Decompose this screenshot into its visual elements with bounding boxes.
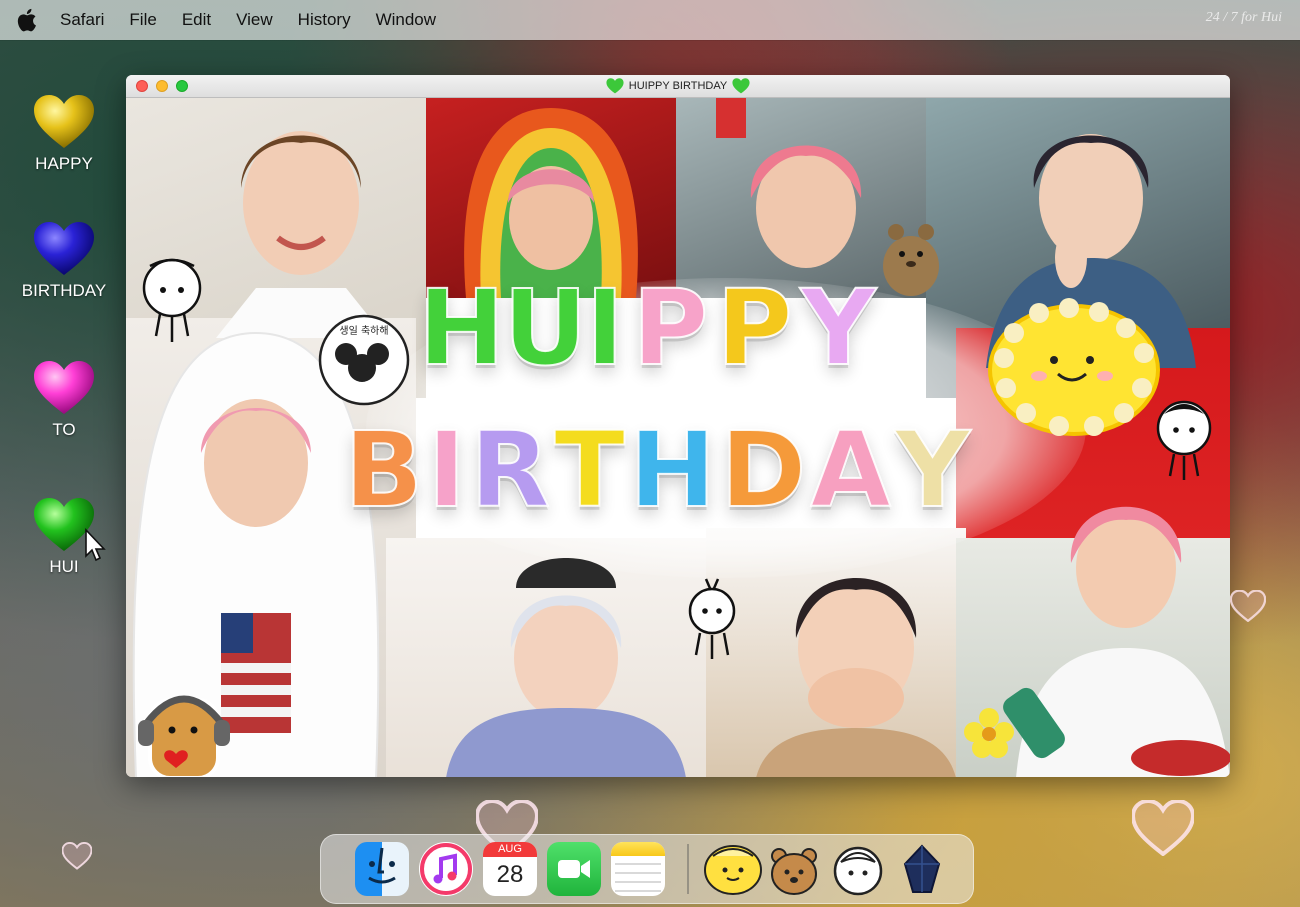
window-title-text: HUIPPY BIRTHDAY (628, 80, 728, 92)
window-titlebar[interactable]: HUIPPY BIRTHDAY (126, 75, 1230, 98)
banner-line-birthday: B I R T H D A Y (343, 409, 971, 531)
banner-letter: R (469, 409, 551, 531)
music-icon[interactable] (419, 842, 473, 896)
yellow-heart-icon (14, 94, 114, 150)
window-controls (136, 80, 188, 92)
banner-letter: B (343, 409, 424, 531)
menu-view[interactable]: View (236, 10, 273, 30)
bear-sticker-icon[interactable] (767, 842, 821, 896)
desktop-icon-to[interactable]: TO (14, 360, 114, 440)
dock-separator (687, 844, 689, 894)
quokka-sticker-icon (883, 224, 939, 296)
doodle-sprout-icon (688, 578, 736, 659)
green-heart-icon (606, 78, 624, 94)
outline-heart-icon (1230, 590, 1266, 622)
menu-history[interactable]: History (298, 10, 351, 30)
banner-letter: P (631, 267, 709, 389)
sun-sticker-icon[interactable] (703, 842, 762, 896)
mouse-sticker-icon: 생일 축하해 (318, 314, 410, 406)
desktop-icon-label: TO (52, 420, 76, 439)
desktop-icon-birthday[interactable]: BIRTHDAY (14, 221, 114, 301)
blue-heart-icon (14, 221, 114, 277)
banner-letter: I (426, 409, 467, 531)
facetime-icon[interactable] (547, 842, 601, 896)
banner-letter: Y (800, 267, 877, 389)
menubar-caption: 24 / 7 for Hui (1205, 10, 1282, 25)
pink-heart-icon (14, 360, 114, 416)
calendar-icon[interactable]: AUG 28 (483, 842, 537, 896)
mouse-cursor-icon (85, 528, 106, 562)
desktop-icon-happy[interactable]: HAPPY (14, 94, 114, 174)
crystal-sticker-icon[interactable] (895, 842, 949, 896)
green-heart-icon (732, 78, 750, 94)
window-title: HUIPPY BIRTHDAY (606, 78, 750, 94)
banner-letter: D (719, 409, 807, 531)
banner-letters: HUI (417, 267, 625, 389)
close-button[interactable] (136, 80, 148, 92)
minimize-button[interactable] (156, 80, 168, 92)
calendar-day: 28 (496, 861, 524, 888)
finder-icon[interactable] (355, 842, 409, 896)
doodle-face-sticker-icon[interactable] (831, 842, 885, 896)
apple-icon[interactable] (14, 7, 38, 33)
banner-line-huippy: HUI P P Y (417, 267, 877, 389)
menu-bar: Safari File Edit View History Window 24 … (0, 0, 1300, 40)
desktop-icon-label: HAPPY (35, 154, 93, 173)
menu-app-safari[interactable]: Safari (60, 10, 104, 30)
maximize-button[interactable] (176, 80, 188, 92)
menu-edit[interactable]: Edit (182, 10, 211, 30)
person-photo-6 (446, 558, 686, 777)
banner-letter: H (628, 409, 717, 531)
bear-headphones-sticker-icon (138, 695, 230, 777)
person-photo-7 (756, 578, 956, 777)
person-photo-1 (216, 131, 386, 338)
outline-heart-icon (62, 842, 92, 870)
banner-letter: P (715, 267, 793, 389)
desktop-icon-label: BIRTHDAY (21, 281, 107, 300)
menu-window[interactable]: Window (376, 10, 436, 30)
sun-cake-sticker-icon (988, 298, 1160, 436)
doodle-ghost-icon (142, 258, 202, 342)
doodle-face-icon (1156, 400, 1212, 480)
menu-file[interactable]: File (129, 10, 156, 30)
banner-letter: Y (894, 409, 971, 531)
svg-text:생일 축하해: 생일 축하해 (339, 324, 388, 337)
browser-window: HUIPPY BIRTHDAY HUI P P Y B I R T H D A … (126, 75, 1230, 777)
notes-icon[interactable] (611, 842, 665, 896)
calendar-month: AUG (483, 842, 537, 857)
collage-content: HUI P P Y B I R T H D A Y 생일 축하해 (126, 98, 1230, 777)
banner-letter: T (553, 409, 626, 531)
person-photo-3 (716, 98, 862, 268)
dock: AUG 28 (320, 834, 974, 904)
flower-sticker-icon (964, 708, 1014, 758)
banner-letter: A (809, 409, 891, 531)
outline-heart-icon (1132, 800, 1194, 856)
